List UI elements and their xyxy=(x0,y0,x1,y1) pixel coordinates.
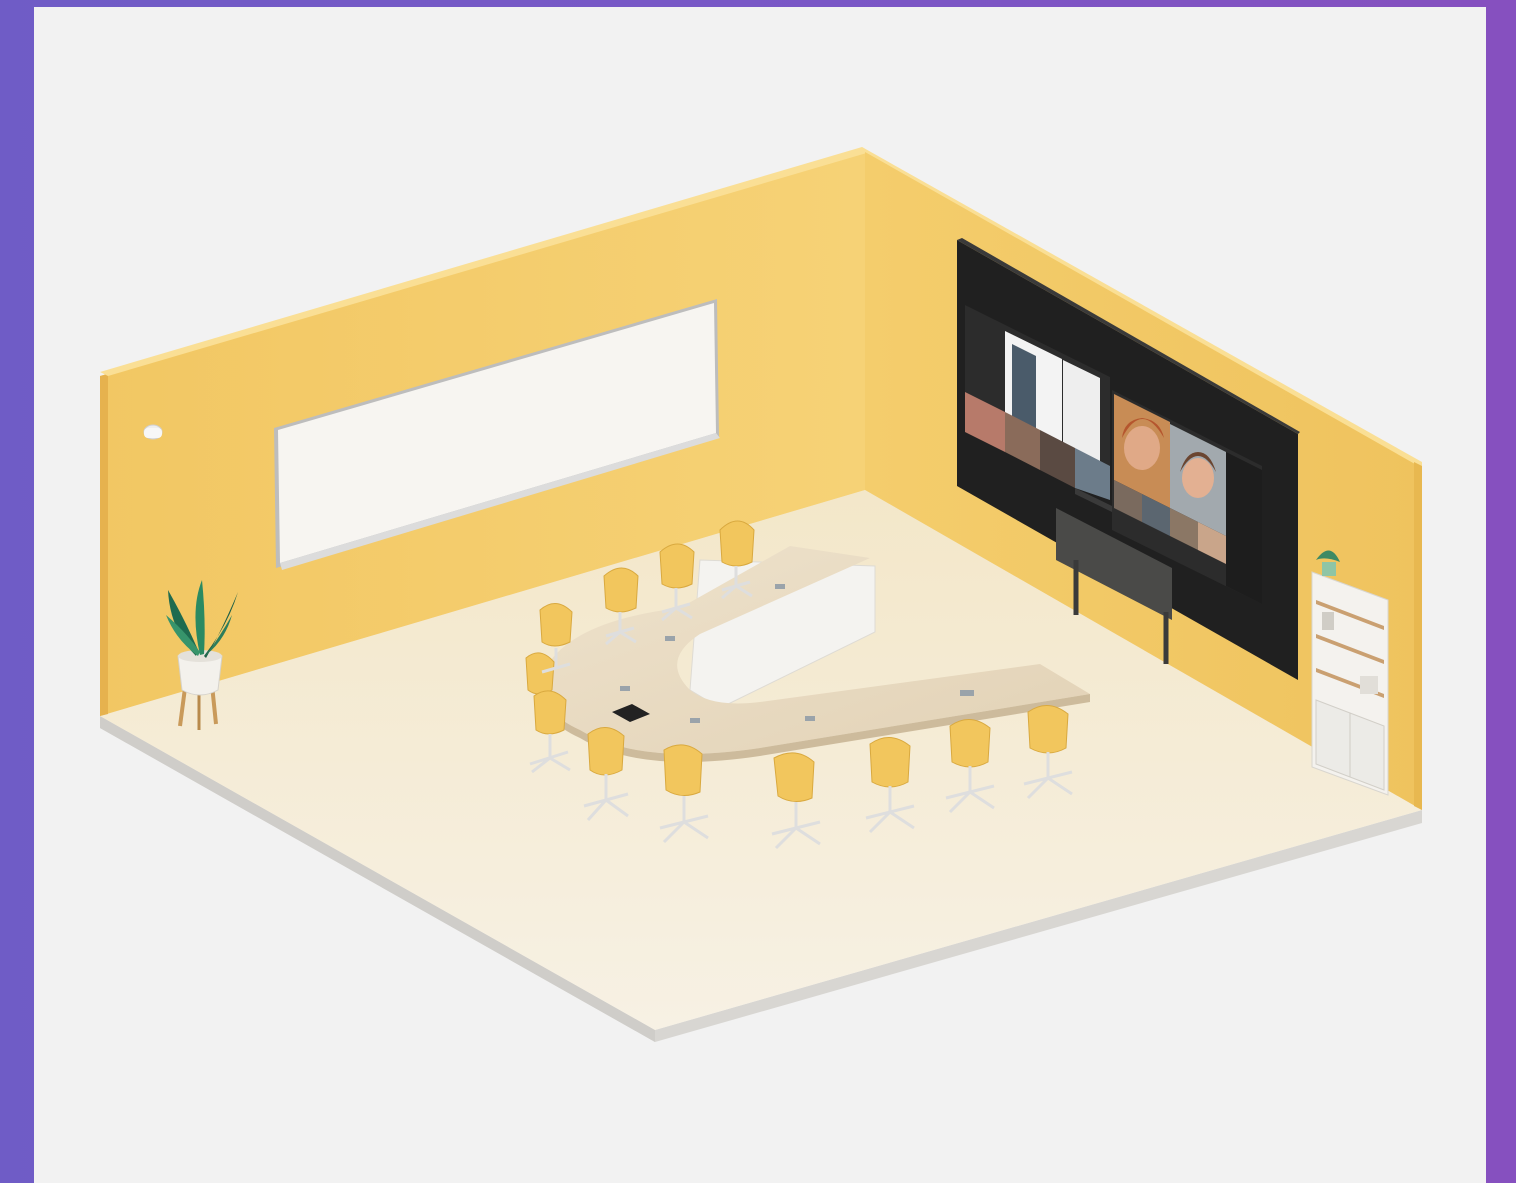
conference-room-illustration xyxy=(100,147,1422,1042)
wall-camera xyxy=(143,424,163,440)
illustration-card xyxy=(34,7,1486,1183)
